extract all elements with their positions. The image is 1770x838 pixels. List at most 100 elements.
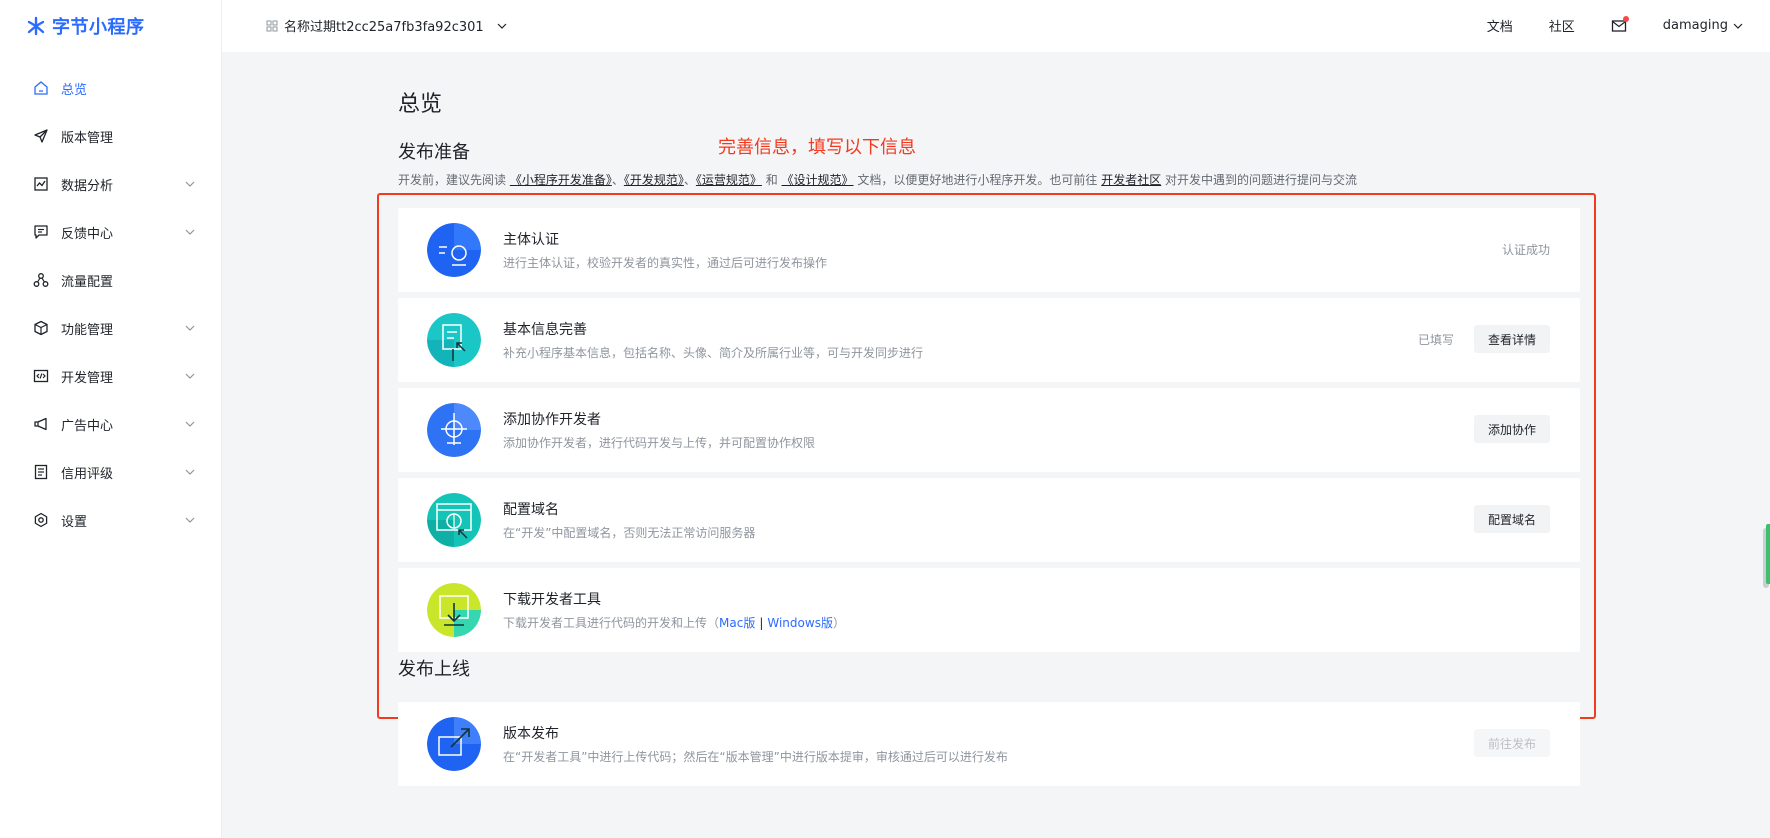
download-icon bbox=[427, 583, 481, 637]
card-desc: 进行主体认证，校验开发者的真实性，通过后可进行发布操作 bbox=[503, 256, 828, 270]
brand-logo[interactable]: 字节小程序 bbox=[26, 14, 145, 38]
desc-text: 下载开发者工具进行代码的开发和上传（ bbox=[503, 616, 720, 630]
intro-text: 、 bbox=[683, 173, 696, 187]
card-basic-info: 基本信息完善 补充小程序基本信息，包括名称、头像、简介及所属行业等，可与开发同步… bbox=[398, 298, 1580, 382]
sidebar-item-overview[interactable]: 总览 bbox=[0, 64, 222, 112]
sidebar-item-label: 广告中心 bbox=[61, 418, 114, 434]
chevron-down-icon bbox=[1733, 23, 1743, 29]
scrollbar[interactable] bbox=[1762, 52, 1770, 838]
sidebar-item-versions[interactable]: 版本管理 bbox=[0, 112, 222, 160]
intro-text: 和 bbox=[761, 173, 782, 187]
sidebar-item-label: 设置 bbox=[61, 514, 88, 530]
doc-link-dev-spec[interactable]: 《开发规范》 bbox=[624, 173, 684, 187]
card-title: 版本发布 bbox=[503, 726, 559, 742]
collaborator-icon bbox=[427, 403, 481, 457]
card-title: 添加协作开发者 bbox=[503, 412, 601, 428]
chevron-down-icon bbox=[185, 373, 195, 379]
logo-mark-icon bbox=[26, 16, 46, 36]
prep-section-title: 发布准备 bbox=[398, 142, 470, 163]
sidebar-item-label: 数据分析 bbox=[61, 178, 114, 194]
docs-link[interactable]: 文档 bbox=[1487, 16, 1513, 35]
basic-info-icon bbox=[427, 313, 481, 367]
user-name: damaging bbox=[1662, 18, 1728, 33]
intro-text: 开发前，建议先阅读 bbox=[398, 173, 510, 187]
notification-dot bbox=[1622, 15, 1629, 22]
top-bar: 名称过期tt2cc25a7fb3fa92c301 文档 社区 damaging bbox=[222, 0, 1770, 52]
view-details-button[interactable]: 查看详情 bbox=[1473, 325, 1550, 353]
sidebar-item-analytics[interactable]: 数据分析 bbox=[0, 160, 222, 208]
home-icon bbox=[33, 80, 49, 96]
sidebar: 字节小程序 总览 版本管理 数据分析 反馈中心 流量配置 功能管理 开发管理 广… bbox=[0, 0, 222, 838]
release-icon bbox=[427, 717, 481, 771]
card-desc: 在“开发者工具”中进行上传代码；然后在“版本管理”中进行版本提审，审核通过后可以… bbox=[503, 750, 1008, 764]
add-collaborator-button[interactable]: 添加协作 bbox=[1473, 415, 1550, 443]
card-title: 配置域名 bbox=[503, 502, 559, 518]
go-publish-button[interactable]: 前往发布 bbox=[1473, 729, 1550, 757]
doc-link-ops-spec[interactable]: 《运营规范》 bbox=[696, 173, 762, 187]
card-desc: 添加协作开发者，进行代码开发与上传，并可配置协作权限 bbox=[503, 436, 816, 450]
chart-icon bbox=[33, 176, 49, 192]
user-menu[interactable]: damaging bbox=[1663, 18, 1744, 33]
sidebar-item-label: 开发管理 bbox=[61, 370, 114, 386]
card-version-release: 版本发布 在“开发者工具”中进行上传代码；然后在“版本管理”中进行版本提审，审核… bbox=[398, 702, 1580, 786]
sidebar-item-traffic[interactable]: 流量配置 bbox=[0, 256, 222, 304]
send-icon bbox=[33, 128, 49, 144]
card-desc: 下载开发者工具进行代码的开发和上传（Mac版 | Windows版） bbox=[503, 614, 845, 631]
card-domain-config: 配置域名 在“开发”中配置域名，否则无法正常访问服务器 配置域名 bbox=[398, 478, 1580, 562]
message-icon bbox=[33, 224, 49, 240]
mac-download-link[interactable]: Mac版 bbox=[719, 616, 755, 630]
prep-intro: 开发前，建议先阅读 《小程序开发准备》、《开发规范》、《运营规范》 和 《设计规… bbox=[398, 171, 1357, 188]
chevron-down-icon bbox=[185, 469, 195, 475]
domain-icon bbox=[427, 493, 481, 547]
doc-link-prep[interactable]: 《小程序开发准备》 bbox=[510, 173, 612, 187]
sidebar-item-feedback[interactable]: 反馈中心 bbox=[0, 208, 222, 256]
sidebar-item-ads[interactable]: 广告中心 bbox=[0, 400, 222, 448]
megaphone-icon bbox=[33, 416, 49, 432]
card-collaborators: 添加协作开发者 添加协作开发者，进行代码开发与上传，并可配置协作权限 添加协作 bbox=[398, 388, 1580, 472]
share-icon bbox=[33, 272, 49, 288]
sidebar-nav: 总览 版本管理 数据分析 反馈中心 流量配置 功能管理 开发管理 广告中心 信用… bbox=[0, 64, 222, 544]
card-desc: 补充小程序基本信息，包括名称、头像、简介及所属行业等，可与开发同步进行 bbox=[503, 346, 924, 360]
sidebar-item-label: 反馈中心 bbox=[61, 226, 114, 242]
app-grid-icon bbox=[266, 20, 278, 31]
sidebar-item-label: 版本管理 bbox=[61, 130, 114, 146]
card-download-tools: 下载开发者工具 下载开发者工具进行代码的开发和上传（Mac版 | Windows版） bbox=[398, 568, 1580, 652]
sidebar-item-label: 功能管理 bbox=[61, 322, 114, 338]
card-title: 主体认证 bbox=[503, 232, 559, 248]
card-entity-verification: 主体认证 进行主体认证，校验开发者的真实性，通过后可进行发布操作 认证成功 bbox=[398, 208, 1580, 292]
sidebar-item-label: 信用评级 bbox=[61, 466, 114, 482]
chevron-down-icon bbox=[185, 421, 195, 427]
top-links: 文档 社区 damaging bbox=[1451, 15, 1744, 35]
chevron-down-icon bbox=[497, 23, 507, 29]
release-section-title: 发布上线 bbox=[398, 659, 470, 680]
card-title: 下载开发者工具 bbox=[503, 592, 601, 608]
desc-text: ） bbox=[832, 616, 845, 630]
sidebar-item-label: 流量配置 bbox=[61, 274, 114, 290]
community-link[interactable]: 社区 bbox=[1549, 16, 1575, 35]
side-widget-tab[interactable] bbox=[1766, 524, 1770, 584]
intro-text: 文档，以便更好地进行小程序开发。也可前往 bbox=[853, 173, 1102, 187]
sidebar-item-label: 总览 bbox=[61, 82, 88, 98]
chevron-down-icon bbox=[185, 229, 195, 235]
intro-text: 、 bbox=[611, 173, 624, 187]
page-title: 总览 bbox=[398, 92, 443, 117]
windows-download-link[interactable]: Windows版 bbox=[767, 616, 833, 630]
app-name: 名称过期tt2cc25a7fb3fa92c301 bbox=[284, 20, 484, 35]
sidebar-item-credit[interactable]: 信用评级 bbox=[0, 448, 222, 496]
mail-icon[interactable] bbox=[1611, 15, 1629, 34]
app-switcher[interactable]: 名称过期tt2cc25a7fb3fa92c301 bbox=[266, 16, 508, 35]
configure-domain-button[interactable]: 配置域名 bbox=[1473, 505, 1550, 533]
chevron-down-icon bbox=[185, 517, 195, 523]
verification-icon bbox=[427, 223, 481, 277]
settings-icon bbox=[33, 512, 49, 528]
card-desc: 在“开发”中配置域名，否则无法正常访问服务器 bbox=[503, 526, 756, 540]
cube-icon bbox=[33, 320, 49, 336]
doc-link-design-spec[interactable]: 《设计规范》 bbox=[782, 173, 854, 187]
chevron-down-icon bbox=[185, 325, 195, 331]
card-title: 基本信息完善 bbox=[503, 322, 587, 338]
sidebar-item-features[interactable]: 功能管理 bbox=[0, 304, 222, 352]
status-text: 已填写 bbox=[1417, 333, 1454, 347]
dev-community-link[interactable]: 开发者社区 bbox=[1101, 173, 1161, 187]
sidebar-item-settings[interactable]: 设置 bbox=[0, 496, 222, 544]
sidebar-item-dev[interactable]: 开发管理 bbox=[0, 352, 222, 400]
